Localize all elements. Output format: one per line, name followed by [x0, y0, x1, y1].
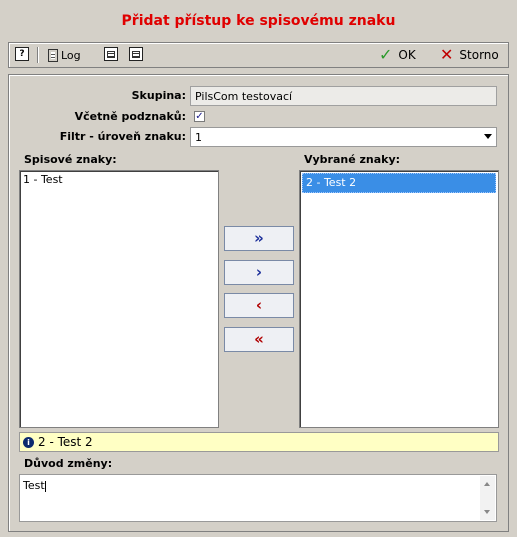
toolbar: ? Log ✓ OK ✕ Storno — [8, 42, 509, 68]
vertical-scrollbar[interactable] — [480, 476, 495, 520]
log-label: Log — [61, 48, 81, 62]
reason-value: Test — [23, 479, 45, 492]
group-label: Skupina: — [131, 89, 186, 102]
remove-all-button[interactable]: « — [224, 327, 294, 352]
include-sub-label: Včetně podznaků: — [74, 110, 186, 123]
remove-button[interactable]: ‹ — [224, 293, 294, 318]
scroll-up-icon[interactable] — [484, 482, 490, 486]
toolbar-separator — [37, 47, 39, 63]
filter-value: 1 — [195, 131, 202, 144]
info-text: 2 - Test 2 — [38, 435, 93, 449]
checkmark-icon: ✓ — [379, 45, 393, 64]
text-caret — [44, 480, 46, 492]
form-view-icon[interactable] — [129, 47, 143, 61]
ok-button[interactable]: ✓ OK — [379, 45, 416, 65]
help-icon[interactable]: ? — [15, 47, 29, 61]
group-field: PilsCom testovací — [190, 86, 497, 106]
table-view-icon[interactable] — [104, 47, 118, 61]
list-item[interactable]: 2 - Test 2 — [302, 173, 496, 193]
close-icon: ✕ — [440, 45, 454, 64]
dialog-title: Přidat přístup ke spisovému znaku — [121, 13, 396, 29]
selected-list[interactable]: 2 - Test 2 — [299, 170, 499, 428]
cancel-label: Storno — [459, 48, 499, 62]
add-all-button[interactable]: » — [224, 226, 294, 251]
ok-label: OK — [398, 48, 416, 62]
list-item[interactable]: 1 - Test — [20, 171, 218, 189]
log-document-icon — [48, 48, 58, 62]
filter-label: Filtr - úroveň znaku: — [59, 130, 186, 143]
chevron-down-icon — [484, 134, 492, 139]
selected-list-label: Vybrané znaky: — [304, 153, 401, 166]
info-icon: i — [23, 436, 34, 448]
available-list[interactable]: 1 - Test — [19, 170, 219, 428]
info-bar: i 2 - Test 2 — [19, 432, 499, 452]
filter-select[interactable]: 1 — [190, 127, 497, 147]
reason-textarea[interactable]: Test — [19, 474, 497, 522]
include-sub-checkbox[interactable]: ✓ — [194, 111, 205, 122]
reason-label: Důvod změny: — [24, 457, 113, 470]
log-button[interactable]: Log — [48, 45, 81, 65]
available-list-label: Spisové znaky: — [24, 153, 117, 166]
cancel-button[interactable]: ✕ Storno — [440, 45, 499, 65]
add-button[interactable]: › — [224, 260, 294, 285]
scroll-down-icon[interactable] — [484, 510, 490, 514]
